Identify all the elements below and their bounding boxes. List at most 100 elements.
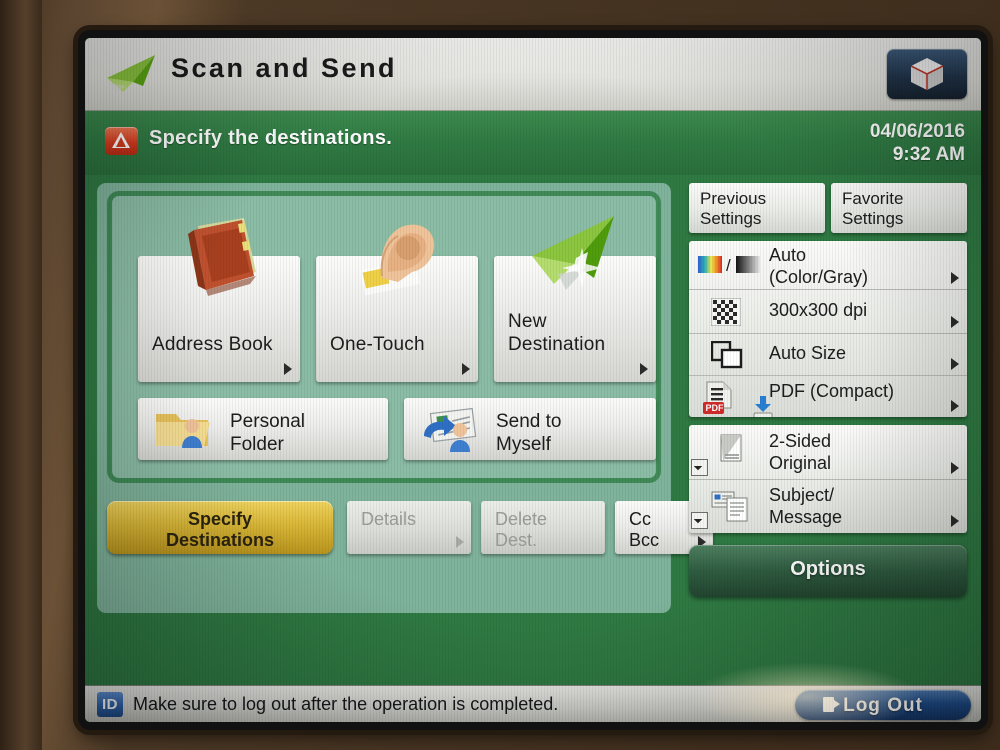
button-label: Options (790, 558, 866, 580)
button-label: Previous Settings (700, 189, 766, 229)
button-label: Details (361, 509, 417, 529)
row-label: PDF (Compact) (769, 381, 895, 401)
personal-folder-icon (156, 414, 210, 448)
pdf-file-icon: PDF (703, 381, 732, 414)
chevron-right-icon (951, 515, 959, 527)
send-to-myself-button[interactable]: Send to Myself (404, 398, 656, 460)
hand-touch-icon (359, 224, 435, 296)
tile-label: Address Book (152, 334, 273, 355)
specify-destinations-button[interactable]: Specify Destinations (107, 501, 333, 554)
address-book-button[interactable]: Address Book (138, 218, 300, 382)
tile-label: New Destination (508, 310, 605, 356)
one-touch-button[interactable]: One-Touch (316, 224, 478, 382)
row-label-line1: 2-Sided (769, 431, 832, 451)
row-label: Subject/ Message (769, 484, 842, 528)
chevron-right-icon (456, 536, 464, 548)
chevron-right-icon (951, 400, 959, 412)
destination-group: Address Book One-Touch New Destination P… (107, 191, 661, 483)
row-label: Personal Folder (230, 410, 305, 456)
resolution-row[interactable]: 300x300 dpi (689, 289, 967, 333)
resolution-checker-icon (711, 298, 741, 326)
previous-settings-button[interactable]: Previous Settings (689, 183, 825, 233)
paper-plane-icon (107, 55, 155, 93)
address-book-icon (188, 218, 256, 296)
row-label-line2: Message (769, 507, 843, 527)
button-label-line1: Specify (187, 509, 253, 529)
button-label: Cc Bcc (629, 509, 659, 551)
button-label-line2: Destinations (165, 530, 275, 550)
chevron-right-icon (462, 363, 470, 375)
title-bar: Scan and Send (85, 38, 981, 111)
row-label-line1: Subject/ (769, 485, 835, 505)
button-label: Specify Destinations (107, 509, 333, 551)
personal-folder-button[interactable]: Personal Folder (138, 398, 388, 460)
button-label-line1: Cc (629, 509, 651, 529)
tile-label-line2: Destination (508, 334, 606, 355)
current-date: 04/06/2016 (869, 121, 965, 142)
chevron-right-icon (951, 358, 959, 370)
row-label-line2: (Color/Gray) (769, 267, 869, 287)
id-badge-icon: ID (97, 692, 123, 717)
button-label-line2: Dest. (495, 530, 538, 550)
tile-label: One-Touch (330, 334, 425, 355)
button-label: Delete Dest. (495, 509, 547, 551)
options-button[interactable]: Options (689, 545, 967, 597)
paper-plane-icon (532, 216, 614, 290)
button-label: Log Out (843, 695, 923, 716)
paper-size-icon (711, 341, 743, 369)
row-label-line2: Myself (496, 434, 551, 455)
button-label-line2: Bcc (629, 530, 660, 550)
chevron-right-icon (640, 363, 648, 375)
page-title: Scan and Send (171, 53, 398, 83)
chevron-right-icon (951, 462, 959, 474)
chevron-right-icon (284, 363, 292, 375)
row-label-line1: Personal (230, 411, 305, 432)
file-format-row[interactable]: PDF PDF (Compact) (689, 375, 967, 417)
send-to-myself-icon (424, 407, 477, 452)
button-label-line2: Settings (700, 209, 762, 228)
svg-text:PDF: PDF (706, 403, 725, 413)
new-destination-button[interactable]: New Destination (494, 216, 656, 382)
button-label-line1: Previous (700, 189, 767, 208)
original-settings-card: 2-Sided Original Subject/ Message (689, 425, 967, 533)
row-label: Send to Myself (496, 410, 562, 456)
button-label: Favorite Settings (842, 189, 903, 229)
scan-settings-card: / Auto (Color/Gray) 300x300 dpi Auto Siz… (689, 241, 967, 417)
color-mode-row[interactable]: / Auto (Color/Gray) (689, 241, 967, 289)
favorite-settings-button[interactable]: Favorite Settings (831, 183, 967, 233)
destination-pane: Address Book One-Touch New Destination P… (97, 183, 713, 613)
subject-message-row[interactable]: Subject/ Message (689, 479, 967, 532)
button-label-line1: Favorite (842, 189, 904, 208)
touchscreen-glass: Scan and Send Specify the destinations. … (78, 30, 988, 730)
logout-button[interactable]: Log Out (795, 690, 971, 720)
details-button[interactable]: Details (347, 501, 471, 554)
row-label-line1: Send to (496, 411, 562, 432)
status-message: Specify the destinations. (149, 127, 393, 149)
button-label-line1: Delete (495, 509, 548, 529)
touchscreen: Scan and Send Specify the destinations. … (85, 38, 981, 722)
row-label: 300x300 dpi (769, 300, 868, 320)
scan-size-row[interactable]: Auto Size (689, 333, 967, 375)
chevron-right-icon (951, 316, 959, 328)
date-time: 04/06/2016 9:32 AM (870, 120, 965, 166)
warning-triangle-icon (105, 127, 138, 155)
tile-label-line1: New (508, 311, 547, 332)
row-label-line2: Folder (230, 434, 284, 455)
settings-pane: Previous Settings Favorite Settings / Au… (685, 183, 971, 613)
button-label-line2: Settings (842, 209, 904, 228)
color-gray-mode-icon: / (698, 256, 760, 275)
two-sided-original-icon (720, 434, 742, 462)
main-content: Address Book One-Touch New Destination P… (85, 175, 981, 685)
chevron-right-icon (951, 272, 959, 284)
current-time: 9:32 AM (892, 144, 965, 165)
delete-destination-button[interactable]: Delete Dest. (481, 501, 605, 554)
row-label-line2: Original (769, 453, 832, 473)
subject-message-icon (711, 491, 748, 522)
shortcut-badge-icon (691, 512, 708, 529)
two-sided-original-row[interactable]: 2-Sided Original (689, 425, 967, 479)
svg-text:/: / (726, 256, 731, 275)
row-label: Auto Size (769, 343, 847, 363)
row-label: Auto (Color/Gray) (769, 244, 868, 288)
cube-icon[interactable] (887, 49, 967, 99)
shortcut-badge-icon (691, 459, 708, 476)
